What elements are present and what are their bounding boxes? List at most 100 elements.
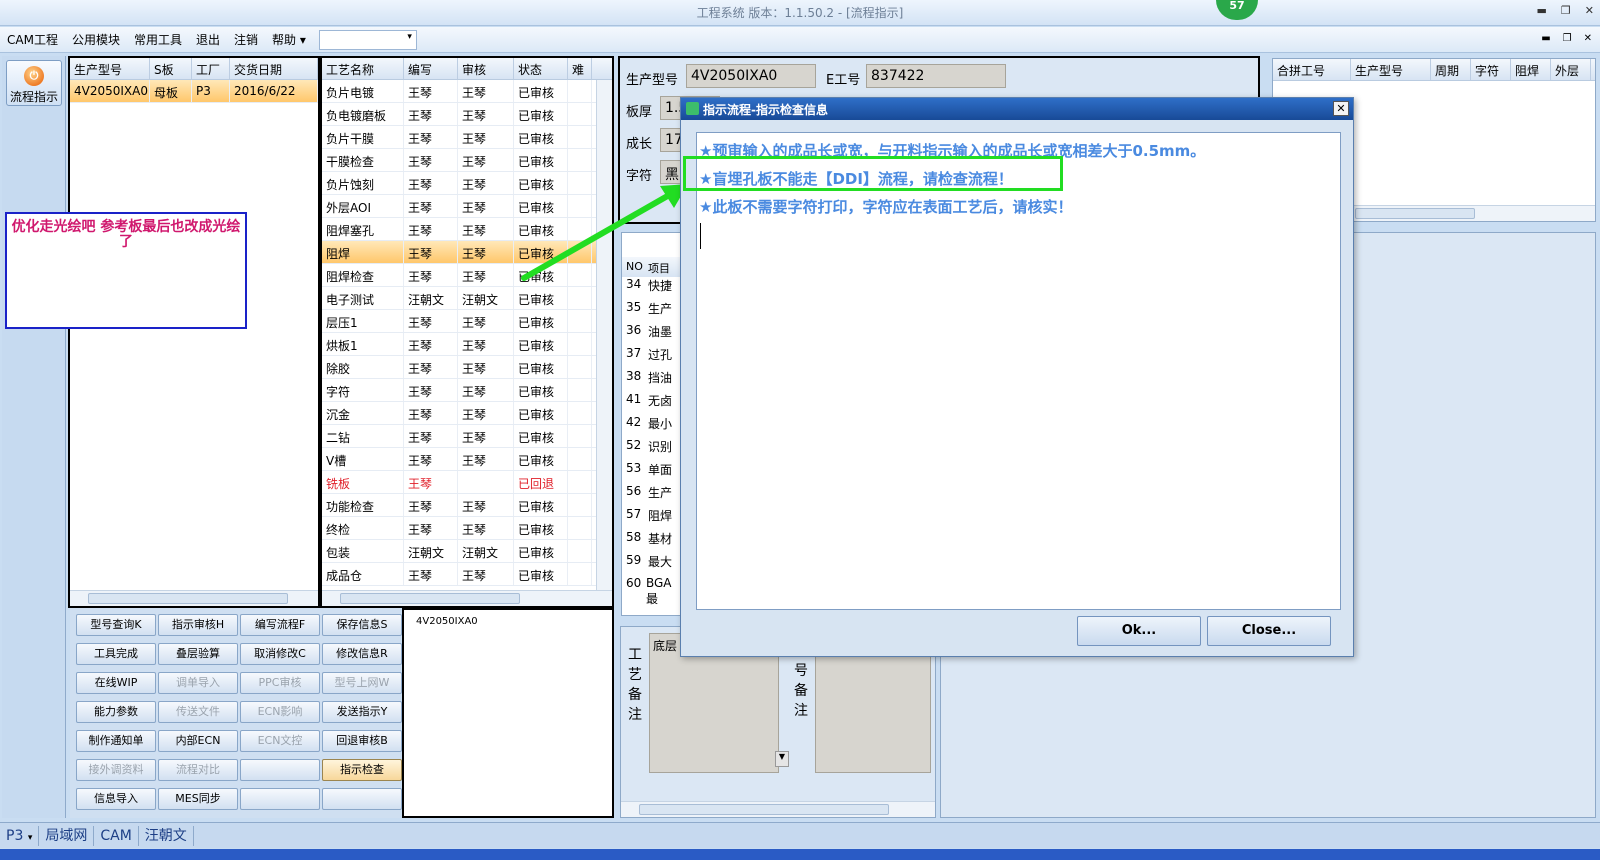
action-button[interactable]: ECN文控 [240, 730, 320, 752]
action-button[interactable] [322, 788, 402, 810]
action-button[interactable]: 在线WIP [76, 672, 156, 694]
dialog-title-bar[interactable]: 指示流程-指示检查信息 ✕ [681, 98, 1353, 120]
mdi-restore-icon[interactable]: ❐ [1563, 33, 1572, 44]
maximize-icon[interactable]: ❐ [1561, 4, 1571, 17]
action-button[interactable]: 编写流程F [240, 614, 320, 636]
col-status[interactable]: 状态 [514, 58, 568, 79]
menu-cam[interactable]: CAM工程 [0, 31, 65, 48]
status-factory[interactable]: P3 ▾ [0, 825, 40, 846]
list-item[interactable]: 42 最小 [622, 415, 680, 438]
list-item[interactable]: 37 过孔 [622, 346, 680, 369]
action-button[interactable]: MES同步 [158, 788, 238, 810]
action-button[interactable]: 指示检查 [322, 759, 402, 781]
ok-button[interactable]: Ok... [1077, 616, 1201, 646]
col-process[interactable]: 工艺名称 [322, 58, 404, 79]
table-row[interactable]: 铣板 王琴 已回退 [322, 471, 612, 494]
table-row[interactable]: 除胶 王琴 王琴 已审核 [322, 356, 612, 379]
process-vscroll[interactable] [596, 80, 612, 590]
list-item[interactable]: 53 单面 [622, 461, 680, 484]
action-button[interactable]: ECN影响 [240, 701, 320, 723]
action-button[interactable]: 信息导入 [76, 788, 156, 810]
tree-node[interactable]: 4V2050IXA0 [416, 616, 478, 627]
col-merge-cycle[interactable]: 周期 [1431, 59, 1471, 80]
action-button[interactable]: 保存信息S [322, 614, 402, 636]
col-writer[interactable]: 编写 [404, 58, 458, 79]
col-merge-mask[interactable]: 阻焊 [1511, 59, 1551, 80]
action-button[interactable] [240, 788, 320, 810]
action-button[interactable]: 型号上网W [322, 672, 402, 694]
table-row[interactable]: 负电镀磨板 王琴 王琴 已审核 [322, 103, 612, 126]
col-sboard[interactable]: S板 [150, 58, 192, 79]
col-factory[interactable]: 工厂 [192, 58, 230, 79]
table-row[interactable]: 字符 王琴 王琴 已审核 [322, 379, 612, 402]
action-button[interactable]: 能力参数 [76, 701, 156, 723]
action-button[interactable]: 流程对比 [158, 759, 238, 781]
col-merge-no[interactable]: 合拼工号 [1273, 59, 1351, 80]
table-row[interactable]: 负片干膜 王琴 王琴 已审核 [322, 126, 612, 149]
action-button[interactable]: 修改信息R [322, 643, 402, 665]
col-merge-char[interactable]: 字符 [1471, 59, 1511, 80]
minimize-icon[interactable]: ▬ [1537, 4, 1547, 17]
col-merge-outer[interactable]: 外层 [1551, 59, 1591, 80]
menu-tools[interactable]: 常用工具 [127, 31, 189, 48]
action-button[interactable]: 工具完成 [76, 643, 156, 665]
col-delivery[interactable]: 交货日期 [230, 58, 318, 79]
action-button[interactable]: 内部ECN [158, 730, 238, 752]
col-model[interactable]: 生产型号 [70, 58, 150, 79]
list-item[interactable]: 36 油墨 [622, 323, 680, 346]
table-row[interactable]: 沉金 王琴 王琴 已审核 [322, 402, 612, 425]
list-item[interactable]: 60 BGA最 [622, 576, 680, 606]
list-item[interactable]: 35 生产 [622, 300, 680, 323]
action-button[interactable]: 发送指示Y [322, 701, 402, 723]
table-row[interactable]: 二钻 王琴 王琴 已审核 [322, 425, 612, 448]
action-button[interactable]: 接外调资料 [76, 759, 156, 781]
list-item[interactable]: 52 识别 [622, 438, 680, 461]
dialog-close-icon[interactable]: ✕ [1333, 101, 1349, 116]
eno-field[interactable]: 837422 [866, 64, 1006, 88]
menu-help[interactable]: 帮助 ▾ [265, 31, 313, 48]
action-button[interactable]: 指示审核H [158, 614, 238, 636]
action-button[interactable]: 型号查询K [76, 614, 156, 636]
col-difficulty[interactable]: 难 [568, 58, 592, 79]
list-item[interactable]: 56 生产 [622, 484, 680, 507]
menu-exit[interactable]: 退出 [189, 31, 227, 48]
action-button[interactable]: 传送文件 [158, 701, 238, 723]
mdi-minimize-icon[interactable]: ▬ [1541, 33, 1550, 44]
action-button[interactable]: 回退审核B [322, 730, 402, 752]
list-item[interactable]: 58 基材 [622, 530, 680, 553]
close-button[interactable]: Close... [1207, 616, 1331, 646]
table-row[interactable]: 功能检查 王琴 王琴 已审核 [322, 494, 612, 517]
table-row[interactable]: 烘板1 王琴 王琴 已审核 [322, 333, 612, 356]
list-item[interactable]: 41 无卤 [622, 392, 680, 415]
remarks-hscroll[interactable] [621, 801, 935, 817]
table-row[interactable]: 4V2050IXA0 母板 P3 2016/6/22 [70, 80, 318, 103]
menu-logout[interactable]: 注销 [227, 31, 265, 48]
action-button[interactable]: 取消修改C [240, 643, 320, 665]
list-item[interactable]: 57 阻焊 [622, 507, 680, 530]
process-hscroll[interactable] [322, 590, 612, 606]
table-row[interactable]: V槽 王琴 王琴 已审核 [322, 448, 612, 471]
model-tree[interactable]: 4V2050IXA0 [402, 608, 614, 818]
table-row[interactable]: 负片电镀 王琴 王琴 已审核 [322, 80, 612, 103]
mdi-close-icon[interactable]: ✕ [1584, 33, 1592, 44]
close-icon[interactable]: ✕ [1585, 4, 1594, 17]
action-button[interactable]: 调单导入 [158, 672, 238, 694]
flow-indicator-button[interactable]: ⏻ 流程指示 [6, 60, 62, 106]
menu-combo[interactable]: ▾ [318, 29, 417, 50]
menu-common-modules[interactable]: 公用模块 [65, 31, 127, 48]
table-row[interactable]: 终检 王琴 王琴 已审核 [322, 517, 612, 540]
col-reviewer[interactable]: 审核 [458, 58, 514, 79]
table-row[interactable]: 电子测试 汪朝文 汪朝文 已审核 [322, 287, 612, 310]
table-row[interactable]: 层压1 王琴 王琴 已审核 [322, 310, 612, 333]
table-row[interactable]: 包装 汪朝文 汪朝文 已审核 [322, 540, 612, 563]
action-button[interactable]: 叠层验算 [158, 643, 238, 665]
model-field[interactable]: 4V2050IXA0 [686, 64, 816, 88]
action-button[interactable]: 制作通知单 [76, 730, 156, 752]
action-button[interactable]: PPC审核 [240, 672, 320, 694]
dialog-message-area[interactable]: ★预审输入的成品长或宽，与开料指示输入的成品长或宽相差大于0.5mm。 ★盲埋孔… [696, 132, 1341, 610]
col-merge-model[interactable]: 生产型号 [1351, 59, 1431, 80]
list-item[interactable]: 38 挡油 [622, 369, 680, 392]
action-button[interactable] [240, 759, 320, 781]
orders-hscroll[interactable] [70, 590, 318, 606]
list-item[interactable]: 59 最大 [622, 553, 680, 576]
